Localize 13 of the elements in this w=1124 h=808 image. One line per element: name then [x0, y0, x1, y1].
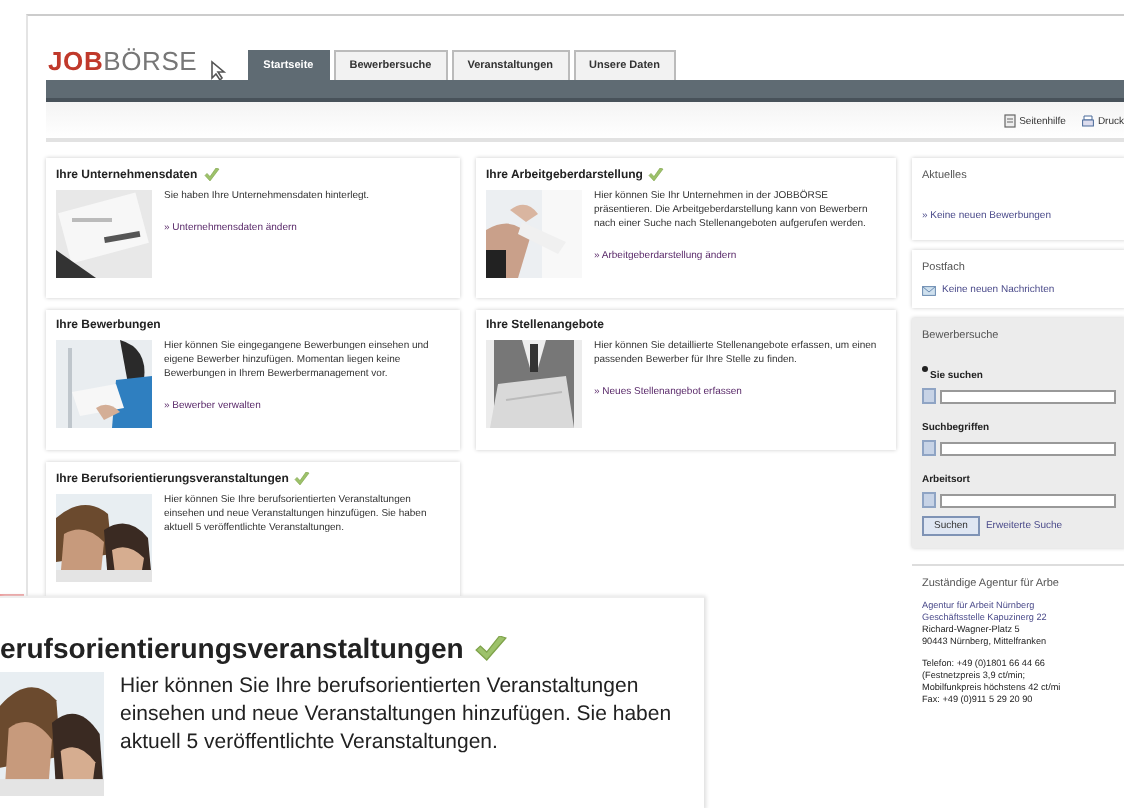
card-text: Hier können Sie Ihre berufsorientierten Veranstaltungen einsehen und neue Veranstaltungen hinzufügen. Sie haben aktuell 5 veröffentlichte Veranstaltungen.	[120, 672, 674, 758]
input-field[interactable]	[940, 389, 1116, 403]
logo[interactable]: JOBBÖRSE	[48, 45, 198, 75]
list-icon[interactable]	[922, 492, 936, 508]
card-title: erufsorientierungsveranstaltungen	[0, 632, 464, 664]
list-icon[interactable]	[922, 388, 936, 404]
input-field[interactable]	[940, 441, 1116, 455]
envelope-icon	[922, 285, 936, 295]
printer-icon	[1081, 114, 1094, 128]
pointer-icon	[209, 60, 228, 80]
input-field[interactable]	[940, 493, 1116, 507]
list-icon[interactable]	[922, 440, 936, 456]
document-icon	[1003, 114, 1016, 128]
